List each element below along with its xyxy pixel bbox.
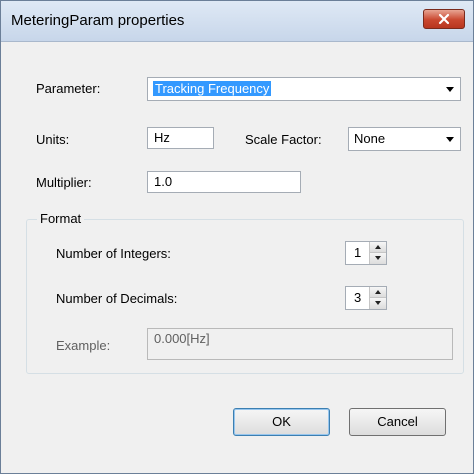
chevron-down-icon[interactable] [442, 130, 458, 148]
decimals-label: Number of Decimals: [56, 291, 178, 306]
ok-button[interactable]: OK [233, 408, 330, 436]
spin-up-icon[interactable] [370, 287, 386, 298]
example-field: 0.000[Hz] [147, 328, 453, 360]
example-label: Example: [56, 338, 111, 353]
multiplier-label: Multiplier: [36, 175, 92, 190]
scale-factor-value: None [354, 131, 386, 146]
dialog-window: MeteringParam properties Parameter: Trac… [0, 0, 474, 474]
cancel-button[interactable]: Cancel [349, 408, 446, 436]
integers-spin-buttons [369, 242, 386, 264]
window-title: MeteringParam properties [11, 12, 185, 29]
spin-down-icon[interactable] [370, 298, 386, 309]
parameter-label: Parameter: [36, 81, 101, 96]
parameter-dropdown[interactable]: Tracking Frequency [147, 77, 461, 101]
integers-stepper[interactable]: 1 [345, 241, 387, 265]
decimals-stepper[interactable]: 3 [345, 286, 387, 310]
spin-down-icon[interactable] [370, 253, 386, 264]
units-field[interactable]: Hz [147, 127, 214, 149]
decimals-spin-buttons [369, 287, 386, 309]
scale-factor-label: Scale Factor: [245, 132, 322, 147]
spin-up-icon[interactable] [370, 242, 386, 253]
scale-factor-dropdown[interactable]: None [348, 127, 461, 151]
close-icon [438, 13, 450, 25]
integers-label: Number of Integers: [56, 246, 171, 261]
format-group-title: Format [37, 211, 85, 226]
multiplier-field[interactable]: 1.0 [147, 171, 301, 193]
units-label: Units: [36, 132, 70, 147]
integers-value: 1 [354, 245, 362, 260]
close-button[interactable] [423, 9, 465, 29]
chevron-down-icon[interactable] [442, 80, 458, 98]
decimals-value: 3 [354, 290, 362, 305]
title-bar[interactable]: MeteringParam properties [1, 1, 473, 42]
parameter-value: Tracking Frequency [153, 81, 272, 96]
